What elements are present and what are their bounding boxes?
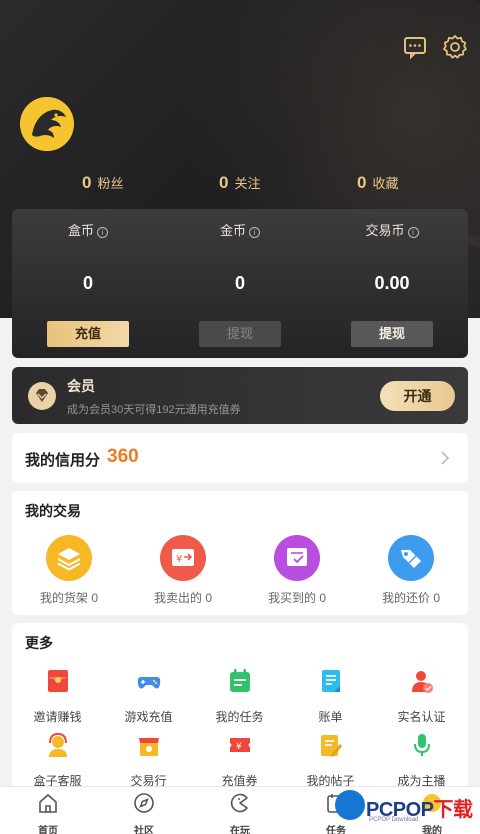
credit-score-value: 360	[107, 446, 139, 467]
fans-count: 0	[82, 173, 92, 192]
tab-playing-label: 在玩	[230, 826, 250, 834]
favorites-label: 收藏	[372, 176, 399, 191]
my-shelf-label: 我的货架 0	[39, 591, 98, 605]
settings-icon[interactable]	[442, 34, 468, 60]
dragon-avatar-icon	[20, 97, 74, 151]
my-trades-section: 我的交易 我的货架 0 ¥ 我卖出的 0 我买到的 0 我的还价 0	[12, 491, 468, 615]
sold-label: 我卖出的 0	[153, 591, 212, 605]
fans-stat[interactable]: 0 粉丝	[82, 173, 123, 193]
game-recharge-label: 游戏充值	[124, 710, 173, 724]
info-icon[interactable]: i	[249, 227, 260, 238]
chevron-right-icon	[441, 451, 450, 465]
favorites-stat[interactable]: 0 收藏	[357, 173, 398, 193]
invite-earn-label: 邀请赚钱	[33, 710, 82, 724]
message-icon[interactable]	[402, 34, 428, 60]
svg-text:¥: ¥	[236, 742, 242, 752]
my-posts-item[interactable]: 我的帖子	[285, 732, 376, 789]
avatar[interactable]	[20, 97, 74, 151]
credit-score-label: 我的信用分	[25, 452, 101, 469]
recharge-coupon-item[interactable]: ¥ 充值券	[194, 732, 285, 789]
my-trades-title: 我的交易	[25, 503, 81, 519]
counter-offer-label: 我的还价 0	[381, 591, 440, 605]
header-actions	[402, 34, 468, 60]
invite-earn-item[interactable]: 邀请赚钱	[12, 668, 103, 725]
recharge-button[interactable]: 充值	[47, 321, 129, 347]
task-calendar-icon	[229, 669, 250, 692]
box-coin-value: 0	[82, 273, 93, 293]
bill-item[interactable]: 账单	[285, 668, 376, 725]
bought-item[interactable]: 我买到的 0	[240, 535, 354, 606]
my-shelf-item[interactable]: 我的货架 0	[12, 535, 126, 606]
customer-service-item[interactable]: 盒子客服	[12, 732, 103, 789]
watermark-subtitle: PCPOP Download	[369, 817, 419, 823]
fans-label: 粉丝	[97, 176, 124, 191]
wallet-card: 盒币 i 0 充值 金币 i 0 提现 交易币 i 0.00 提现	[12, 209, 468, 358]
credit-score-row[interactable]: 我的信用分 360	[12, 433, 468, 483]
gamepad-icon	[137, 677, 160, 689]
tab-home[interactable]: 首页	[0, 792, 96, 834]
counter-offer-item[interactable]: 我的还价 0	[354, 535, 468, 606]
gold-withdraw-button[interactable]: 提现	[199, 321, 281, 347]
vip-diamond-icon	[28, 382, 56, 410]
shop-icon	[138, 738, 159, 756]
bill-icon	[321, 670, 340, 692]
tab-home-label: 首页	[38, 826, 58, 834]
following-stat[interactable]: 0 关注	[219, 173, 260, 193]
become-streamer-item[interactable]: 成为主播	[376, 732, 467, 789]
gold-coin-value: 0	[234, 273, 245, 293]
follow-stats: 0 粉丝 0 关注 0 收藏	[0, 173, 480, 195]
post-edit-icon	[320, 735, 342, 757]
pcpop-logo-icon	[335, 790, 365, 820]
customer-service-icon	[48, 732, 67, 757]
vip-title: 会员	[67, 378, 95, 394]
vip-banner[interactable]: 会员 成为会员30天可得192元通用充值券 开通	[12, 367, 468, 424]
box-coin-title: 盒币 i	[12, 220, 164, 239]
verified-user-icon	[411, 671, 433, 693]
sold-item[interactable]: ¥ 我卖出的 0	[126, 535, 240, 606]
compass-icon	[134, 793, 154, 813]
gamepad-tab-icon	[230, 793, 248, 813]
home-icon	[39, 793, 57, 813]
info-icon[interactable]: i	[407, 227, 419, 238]
following-label: 关注	[234, 176, 261, 191]
tag-icon	[388, 535, 434, 581]
trade-coin-value: 0.00	[374, 273, 410, 293]
vip-open-button[interactable]: 开通	[380, 381, 455, 411]
bill-label: 账单	[318, 710, 343, 724]
vip-subtitle: 成为会员30天可得192元通用充值券	[67, 404, 241, 416]
info-icon[interactable]: i	[97, 227, 108, 238]
bought-label: 我买到的 0	[267, 591, 326, 605]
more-title: 更多	[25, 635, 53, 651]
coupon-icon: ¥	[229, 738, 250, 752]
tab-community[interactable]: 社区	[96, 792, 192, 834]
real-name-verify-label: 实名认证	[397, 710, 446, 724]
real-name-verify-item[interactable]: 实名认证	[376, 668, 467, 725]
box-coin-column: 盒币 i 0 充值	[12, 209, 164, 358]
trade-withdraw-button[interactable]: 提现	[351, 321, 433, 347]
gold-coin-title: 金币 i	[164, 220, 316, 239]
red-envelope-icon	[47, 670, 68, 692]
svg-text:¥: ¥	[176, 554, 182, 565]
trade-coin-title: 交易币 i	[316, 220, 468, 239]
more-section: 更多 邀请赚钱 游戏充值 我的任务 账单 实名认证 盒子客服 交易行 ¥ 充值券…	[12, 623, 468, 788]
following-count: 0	[219, 173, 229, 192]
tab-playing[interactable]: 在玩	[192, 792, 288, 834]
gold-coin-column: 金币 i 0 提现	[164, 209, 316, 358]
trading-house-item[interactable]: 交易行	[103, 732, 194, 789]
bought-icon	[274, 535, 320, 581]
sold-icon: ¥	[160, 535, 206, 581]
tab-community-label: 社区	[134, 826, 154, 834]
layers-icon	[46, 535, 92, 581]
my-tasks-label: 我的任务	[215, 710, 264, 724]
game-recharge-item[interactable]: 游戏充值	[103, 668, 194, 725]
trade-coin-column: 交易币 i 0.00 提现	[316, 209, 468, 358]
favorites-count: 0	[357, 173, 367, 192]
my-tasks-item[interactable]: 我的任务	[194, 668, 285, 725]
pcpop-watermark: PCPOP下载 PCPOP Download	[333, 787, 480, 834]
microphone-icon	[413, 734, 430, 756]
